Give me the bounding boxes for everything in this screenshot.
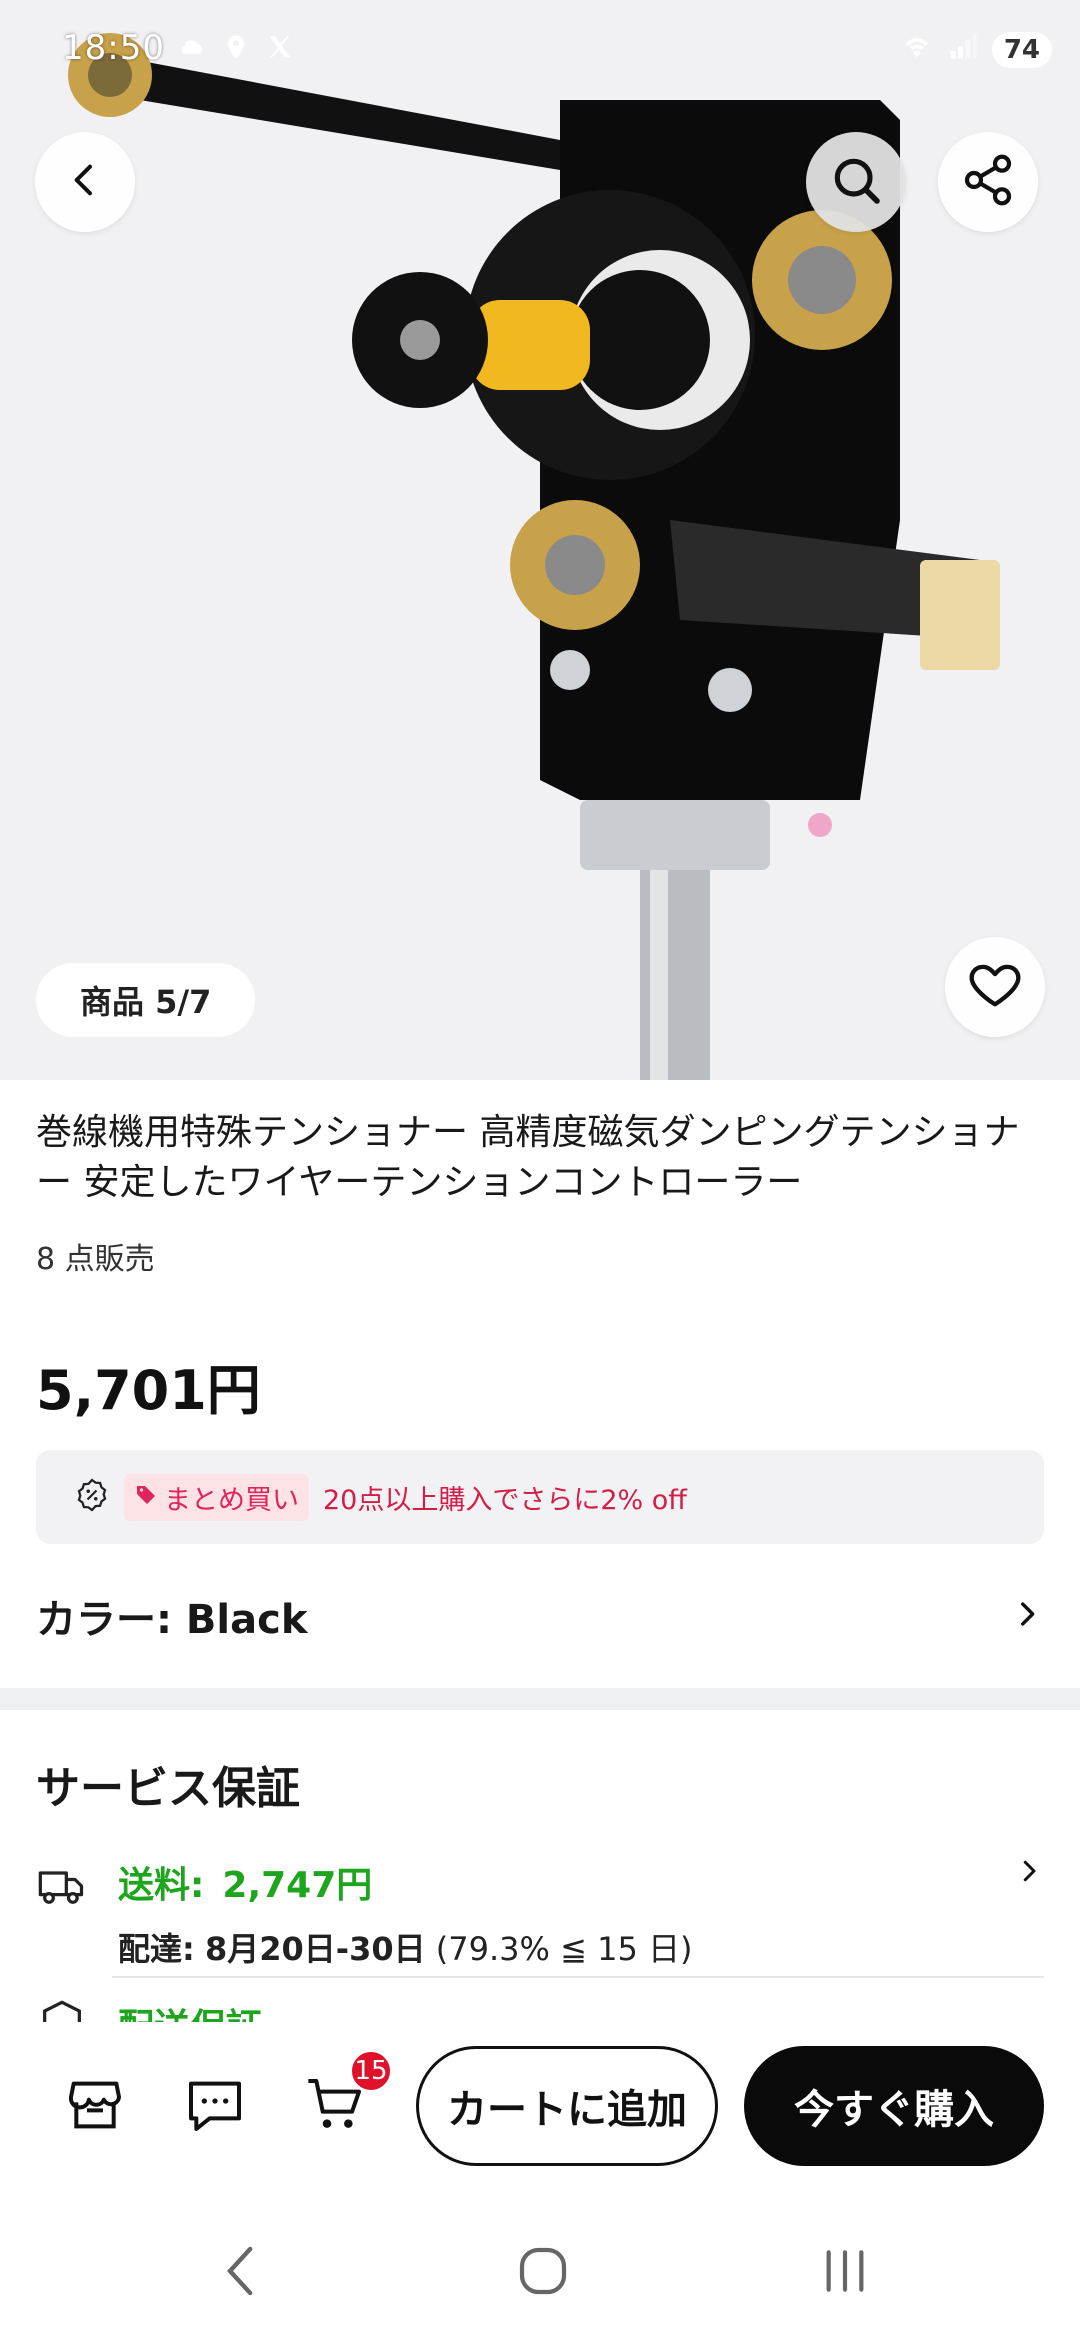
- search-button[interactable]: [806, 132, 906, 232]
- bulk-discount-banner[interactable]: まとめ買い 20点以上購入でさらに2% off: [36, 1450, 1044, 1544]
- system-nav-bar: [0, 2194, 1080, 2340]
- wifi-icon: [900, 30, 934, 70]
- cloud-icon: [178, 30, 206, 58]
- shipping-fee: 送料: 2,747円: [118, 1856, 372, 1908]
- nav-recents-button[interactable]: [810, 2238, 880, 2308]
- bulk-discount-text: 20点以上購入でさらに2% off: [323, 1484, 687, 1516]
- row-divider: [112, 1976, 1044, 1978]
- nav-back-button[interactable]: [206, 2238, 276, 2308]
- chevron-right-icon: [1010, 1597, 1044, 1635]
- section-divider: [0, 1688, 1080, 1710]
- delivery-note: (79.3% ≦ 15 日): [435, 1930, 693, 1968]
- delivery-dates: 8月20日-30日: [204, 1930, 426, 1968]
- store-button[interactable]: [60, 2072, 130, 2142]
- chevron-right-icon: [1014, 1856, 1044, 1890]
- shipping-fee-label: 送料:: [118, 1865, 205, 1906]
- battery-level: 74: [991, 32, 1052, 68]
- color-selector[interactable]: カラー: Black: [36, 1580, 1044, 1652]
- image-counter: 商品 5/7: [36, 963, 256, 1037]
- sold-count: 8 点販売: [36, 1242, 155, 1277]
- product-photo: [68, 33, 1000, 1080]
- cart-count-badge: 15: [350, 2050, 392, 2092]
- signal-icon: [948, 30, 978, 70]
- nav-home-button[interactable]: [508, 2238, 578, 2308]
- nav-back-icon: [219, 2241, 263, 2305]
- tag-icon: [134, 1482, 158, 1513]
- shipping-info[interactable]: 送料: 2,747円 配達: 8月20日-30日 (79.3% ≦ 15 日): [36, 1848, 1044, 1972]
- chevron-left-icon: [65, 160, 105, 204]
- status-time: 18:50: [62, 28, 165, 68]
- delivery-guarantee-row[interactable]: 配送保証: [36, 1998, 1044, 2022]
- chat-button[interactable]: [180, 2072, 250, 2142]
- share-icon: [960, 152, 1016, 212]
- location-icon: [222, 30, 250, 59]
- chat-icon: [183, 2073, 247, 2141]
- product-title: 巻線機用特殊テンショナー 高精度磁気ダンピングテンショナー 安定したワイヤーテン…: [36, 1112, 1020, 1203]
- nav-recents-icon: [817, 2243, 873, 2303]
- shield-icon: [36, 1998, 88, 2022]
- product-image-gallery[interactable]: 18:50 74 商品 5/7: [0, 0, 1080, 1080]
- store-icon: [63, 2073, 127, 2141]
- service-guarantee-title: サービス保証: [36, 1763, 300, 1814]
- discount-icon: [74, 1477, 110, 1517]
- delivery-estimate: 配達: 8月20日-30日 (79.3% ≦ 15 日): [118, 1924, 692, 1970]
- nav-home-icon: [515, 2243, 571, 2303]
- shipping-fee-value: 2,747円: [222, 1865, 373, 1906]
- bulk-buy-badge: まとめ買い: [124, 1473, 309, 1521]
- delivery-label: 配達:: [118, 1930, 195, 1968]
- heart-icon: [966, 956, 1024, 1018]
- notification-icons: [178, 30, 294, 59]
- x-logo-icon: [266, 30, 294, 58]
- buy-now-button[interactable]: 今すぐ購入: [744, 2046, 1044, 2166]
- search-icon: [828, 152, 884, 212]
- color-label: カラー: Black: [36, 1597, 308, 1643]
- add-to-cart-button[interactable]: カートに追加: [416, 2046, 718, 2166]
- share-button[interactable]: [938, 132, 1038, 232]
- delivery-guarantee-label: 配送保証: [118, 1998, 262, 2022]
- product-price: 5,701円: [36, 1359, 261, 1422]
- bulk-buy-label: まとめ買い: [164, 1484, 299, 1516]
- favorite-button[interactable]: [945, 937, 1045, 1037]
- truck-icon: [36, 1860, 88, 1916]
- status-bar: 18:50 74: [0, 0, 1080, 100]
- system-status: 74: [900, 30, 1052, 70]
- back-button[interactable]: [35, 132, 135, 232]
